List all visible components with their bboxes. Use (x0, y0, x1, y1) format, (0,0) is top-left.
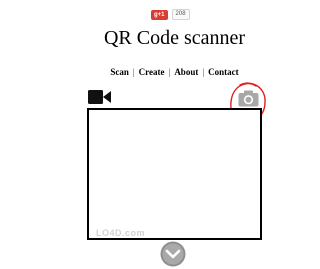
gplus-count: 208 (171, 9, 190, 20)
chevron-down-icon[interactable] (160, 241, 186, 267)
nav-create[interactable]: Create (135, 67, 169, 77)
page: g+1 208 QR Code scanner Scan | Create | Abou… (0, 0, 300, 269)
video-camera-icon[interactable] (88, 89, 112, 105)
gplus-button[interactable]: g+1 (151, 9, 168, 20)
nav-about[interactable]: About (170, 67, 202, 77)
page-title: QR Code scanner (103, 27, 246, 49)
nav-contact[interactable]: Contact (204, 67, 243, 77)
main-nav: Scan | Create | About | Contact (0, 67, 300, 78)
scanner-frame[interactable] (87, 108, 262, 240)
nav-scan[interactable]: Scan (106, 67, 133, 77)
gplus-widget: g+1 208 (151, 9, 190, 20)
watermark: LO4D.com (96, 228, 146, 238)
